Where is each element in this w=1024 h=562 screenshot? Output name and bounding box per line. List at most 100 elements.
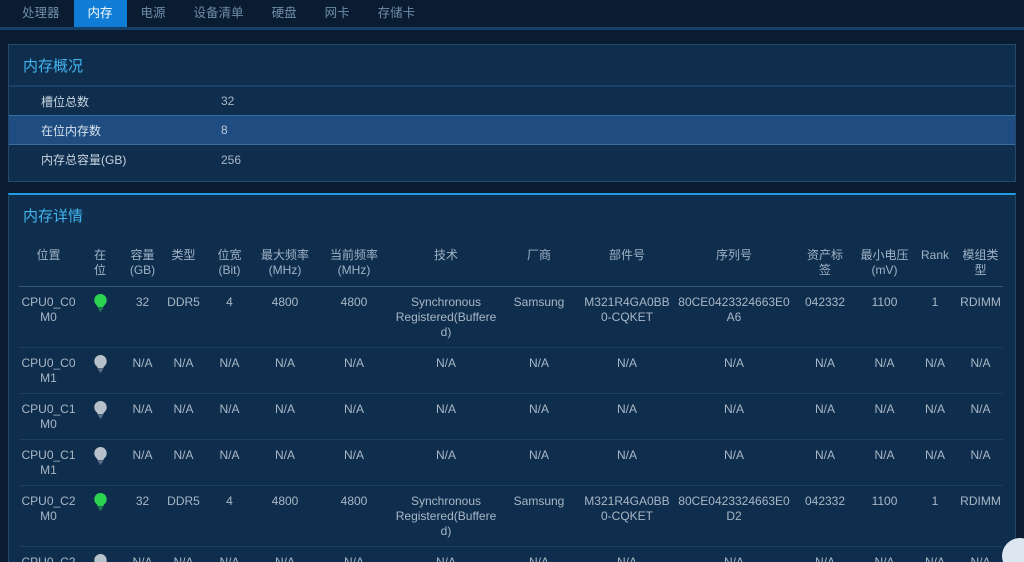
memory-table-row[interactable]: CPU0_C2M1N/AN/AN/AN/AN/AN/AN/AN/AN/AN/AN… [19, 546, 1003, 562]
tab-bar: 处理器 内存 电源 设备清单 硬盘 网卡 存储卡 [0, 0, 1024, 27]
memory-table-header-row: 位置在 位容量 (GB) 类型 位宽 (Bit) 最大频率 (MHz) 当前频率 (MH… [19, 235, 1003, 287]
memory-table-column-header: 类型 [163, 235, 204, 287]
memory-table-column-header: 技术 [393, 235, 499, 287]
memory-table-cell: N/A [163, 393, 204, 440]
tab-memory[interactable]: 内存 [73, 0, 127, 27]
memory-table-cell: N/A [163, 546, 204, 562]
memory-table-cell: Samsung [499, 286, 579, 348]
memory-table-cell: 1 [912, 485, 958, 547]
overview-row[interactable]: 槽位总数 32 [9, 86, 1015, 115]
tab-power[interactable]: 电源 [127, 0, 180, 27]
memory-table-column-header: 模组类 型 [958, 235, 1003, 287]
memory-table-cell: N/A [499, 393, 579, 440]
memory-table-cell: RDIMM [958, 286, 1003, 348]
memory-presence-cell [78, 546, 122, 562]
memory-location-cell: CPU0_C2M1 [19, 546, 78, 562]
memory-table-column-header: 序列号 [675, 235, 793, 287]
memory-presence-cell [78, 347, 122, 394]
memory-table-cell: 1 [912, 286, 958, 348]
memory-table-cell: N/A [122, 393, 163, 440]
memory-table-cell: M321R4GA0BB0-CQKET [579, 485, 675, 547]
memory-table-cell: N/A [912, 347, 958, 394]
memory-table-cell: N/A [579, 347, 675, 394]
memory-table-cell: 32 [122, 485, 163, 547]
memory-location-cell: CPU0_C2M0 [19, 485, 78, 547]
memory-table-cell: N/A [393, 347, 499, 394]
memory-table-cell: N/A [579, 393, 675, 440]
tab-device-list[interactable]: 设备清单 [180, 0, 258, 27]
memory-table-cell: N/A [912, 546, 958, 562]
overview-row[interactable]: 在位内存数 8 [9, 115, 1015, 145]
memory-table-cell: N/A [499, 546, 579, 562]
memory-table-cell: N/A [912, 393, 958, 440]
memory-table-cell: N/A [204, 546, 255, 562]
memory-table-cell: N/A [393, 546, 499, 562]
memory-table-cell: DDR5 [163, 485, 204, 547]
memory-table-cell: Synchronous Registered(Buffered) [393, 485, 499, 547]
memory-table-cell: 042332 [793, 485, 857, 547]
memory-table-cell: N/A [255, 347, 315, 394]
memory-table-cell: 1100 [857, 485, 912, 547]
memory-table-cell: RDIMM [958, 485, 1003, 547]
memory-table-cell: N/A [958, 347, 1003, 394]
tab-network-card[interactable]: 网卡 [311, 0, 364, 27]
tab-hard-disk[interactable]: 硬盘 [258, 0, 311, 27]
overview-row-value: 256 [221, 152, 242, 167]
memory-table-row[interactable]: CPU0_C0M0 32 DDR5 4 4800 4800 Synchronous Regi… [19, 286, 1003, 348]
memory-overview-panel: 内存概况 槽位总数 32 在位内存数 8 内存总容量(GB) 256 [8, 44, 1016, 182]
overview-row-label: 槽位总数 [41, 94, 90, 109]
memory-table-cell: N/A [857, 347, 912, 394]
memory-table-cell: N/A [958, 439, 1003, 486]
memory-table-column-header: 当前频率 (MHz) [315, 235, 393, 287]
memory-table-header: 位置在 位容量 (GB) 类型 位宽 (Bit) 最大频率 (MHz) 当前频率 (MH… [19, 235, 1003, 287]
memory-table-cell: N/A [579, 546, 675, 562]
memory-presence-cell [78, 393, 122, 440]
overview-row-value: 32 [221, 94, 235, 108]
memory-table-cell: 1100 [857, 286, 912, 348]
memory-table-cell: 042332 [793, 286, 857, 348]
memory-table-cell: N/A [675, 393, 793, 440]
overview-row-value: 8 [221, 123, 228, 137]
memory-table-cell: 4 [204, 485, 255, 547]
lightbulb-off-icon [93, 554, 107, 562]
memory-table-column-header: 在 位 [78, 235, 122, 287]
memory-table-cell: N/A [958, 546, 1003, 562]
memory-table-column-header: Rank [912, 235, 958, 287]
overview-rows: 槽位总数 32 在位内存数 8 内存总容量(GB) 256 [9, 86, 1015, 181]
memory-table-row[interactable]: CPU0_C0M1 N/A N/A N/A N/A N/A N/A N/A N/A N/A N/A N… [19, 347, 1003, 394]
memory-table-cell: DDR5 [163, 286, 204, 348]
memory-table-cell: Samsung [499, 485, 579, 547]
lightbulb-off-icon [93, 447, 107, 465]
memory-table-row[interactable]: CPU0_C2M0 32 DDR5 4 4800 4800 Synchronous Regi… [19, 485, 1003, 547]
memory-table-cell: N/A [793, 347, 857, 394]
memory-table-column-header: 最小电压 (mV) [857, 235, 912, 287]
memory-table-row[interactable]: CPU0_C1M0 N/A N/A N/A N/A N/A N/A N/A N/A N/A N/A N… [19, 393, 1003, 440]
memory-table-cell: N/A [958, 393, 1003, 440]
memory-table-cell: N/A [675, 347, 793, 394]
memory-location-cell: CPU0_C1M1 [19, 439, 78, 486]
memory-table-cell: N/A [675, 546, 793, 562]
overview-row-label: 内存总容量(GB) [41, 153, 127, 167]
memory-table-column-header: 最大频率 (MHz) [255, 235, 315, 287]
memory-table-cell: N/A [499, 439, 579, 486]
memory-table-cell: N/A [857, 546, 912, 562]
tab-storage-card[interactable]: 存储卡 [364, 0, 430, 27]
memory-table-cell: 4 [204, 286, 255, 348]
memory-table-row[interactable]: CPU0_C1M1 N/A N/A N/A N/A N/A N/A N/A N/A N/A N/A N… [19, 439, 1003, 486]
memory-presence-cell [78, 439, 122, 486]
memory-table-cell: 4800 [255, 286, 315, 348]
memory-table-column-header: 厂商 [499, 235, 579, 287]
memory-table-cell: N/A [163, 347, 204, 394]
tab-processor[interactable]: 处理器 [8, 0, 74, 27]
memory-page: 处理器 内存 电源 设备清单 硬盘 网卡 存储卡 内存概况 槽位总数 32 在位内存数 8 内存总容… [0, 0, 1024, 562]
overview-panel-title: 内存概况 [23, 58, 84, 75]
memory-table-body: CPU0_C0M0 32 DDR5 4 4800 4800 Synchronous Regi… [19, 286, 1003, 562]
memory-table-cell: N/A [675, 439, 793, 486]
overview-row[interactable]: 内存总容量(GB) 256 [9, 145, 1015, 174]
memory-table-cell: 32 [122, 286, 163, 348]
memory-table-cell: N/A [393, 393, 499, 440]
memory-table-cell: N/A [579, 439, 675, 486]
memory-table-cell: N/A [793, 439, 857, 486]
memory-table-cell: N/A [122, 347, 163, 394]
memory-presence-cell [78, 485, 122, 547]
